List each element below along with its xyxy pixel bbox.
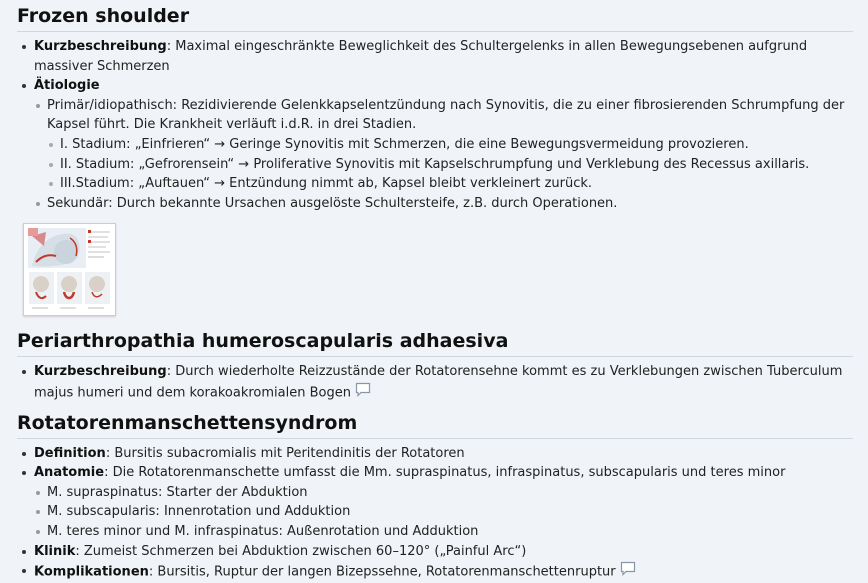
list-item: Sekundär: Durch bekannte Ursachen ausgel… <box>34 194 868 214</box>
list-item: Definition: Bursitis subacromialis mit P… <box>17 444 868 464</box>
list-item: M. supraspinatus: Starter der Abduktion <box>34 483 868 503</box>
term-label: Ätiologie <box>34 78 100 94</box>
list-item: Kurzbeschreibung: Maximal eingeschränkte… <box>17 37 868 76</box>
list-item: Primär/idiopathisch: Rezidivierende Gele… <box>34 96 868 194</box>
muskel-text: M. supraspinatus: Starter der Abduktion <box>47 484 308 500</box>
rotatorenmanschette-list: Definition: Bursitis subacromialis mit P… <box>17 444 868 583</box>
section-title-frozen-shoulder: Frozen shoulder <box>17 3 853 32</box>
sekundaer-text: Sekundär: Durch bekannte Ursachen ausgel… <box>47 195 618 211</box>
stadium-3-text: III.Stadium: „Auftauen“ → Entzündung nim… <box>60 176 593 192</box>
aetiologie-sublist: Primär/idiopathisch: Rezidivierende Gele… <box>34 96 868 214</box>
term-label: Kurzbeschreibung <box>34 39 167 54</box>
primaer-text: Primär/idiopathisch: Rezidivierende Gele… <box>47 97 845 133</box>
section-title-periarthropathia: Periarthropathia humeroscapularis adhaes… <box>17 328 853 358</box>
stadium-1-text: I. Stadium: „Einfrieren“ → Geringe Synov… <box>60 136 749 152</box>
muskel-text: M. subscapularis: Innenrotation und Addu… <box>47 504 351 520</box>
frozen-shoulder-list: Kurzbeschreibung: Maximal eingeschränkte… <box>17 37 868 213</box>
section-title-rotatorenmanschettensyndrom: Rotatorenmanschettensyndrom <box>17 410 853 439</box>
list-item: M. subscapularis: Innenrotation und Addu… <box>34 502 868 522</box>
periarthropathia-list: Kurzbeschreibung: Durch wiederholte Reiz… <box>17 362 868 403</box>
article-content: Frozen shoulder Kurzbeschreibung: Maxima… <box>0 3 868 583</box>
list-item: I. Stadium: „Einfrieren“ → Geringe Synov… <box>47 135 868 155</box>
muskeln-sublist: M. supraspinatus: Starter der Abduktion … <box>34 483 868 542</box>
term-label: Definition <box>34 445 106 461</box>
stadien-list: I. Stadium: „Einfrieren“ → Geringe Synov… <box>47 135 868 194</box>
stadium-2-text: II. Stadium: „Gefrorensein“ → Proliferat… <box>60 156 810 172</box>
list-item: Anatomie: Die Rotatorenmanschette umfass… <box>17 463 868 541</box>
list-item: Kurzbeschreibung: Durch wiederholte Reiz… <box>17 362 868 403</box>
term-text: : Die Rotatorenmanschette umfasst die Mm… <box>104 465 786 481</box>
list-item: Klinik: Zumeist Schmerzen bei Abduktion … <box>17 542 868 562</box>
term-text: : Zumeist Schmerzen bei Abduktion zwisch… <box>75 543 527 559</box>
list-item: M. teres minor und M. infraspinatus: Auß… <box>34 522 868 542</box>
list-item: Ätiologie Primär/idiopathisch: Rezidivie… <box>17 76 868 213</box>
shoulder-illustration-thumbnail[interactable] <box>23 223 116 317</box>
term-label: Kurzbeschreibung <box>34 364 167 380</box>
list-item: II. Stadium: „Gefrorensein“ → Proliferat… <box>47 155 868 175</box>
shoulder-illustration-image <box>26 226 113 314</box>
muskel-text: M. teres minor und M. infraspinatus: Auß… <box>47 523 479 539</box>
comment-icon[interactable] <box>355 382 371 404</box>
term-text: : Bursitis subacromialis mit Peritendini… <box>105 445 465 461</box>
list-item: III.Stadium: „Auftauen“ → Entzündung nim… <box>47 174 868 194</box>
term-label: Klinik <box>34 543 76 559</box>
term-label: Anatomie <box>34 465 105 481</box>
